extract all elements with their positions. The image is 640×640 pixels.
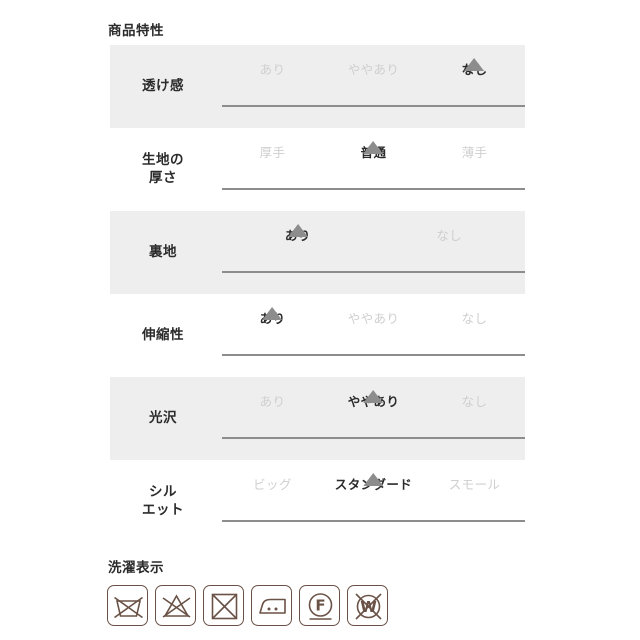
iron-icon [251, 585, 292, 626]
scale-option[interactable]: ビッグ [253, 474, 292, 496]
spec-row-label: 光沢 [110, 410, 222, 427]
scale-option-label: 薄手 [461, 144, 488, 160]
scale-option-label: ややあり [347, 61, 400, 77]
scale-option-label: なし [461, 393, 488, 409]
spec-scale[interactable]: あり ややあり なし [222, 57, 525, 115]
no-tumble-dry-icon [203, 585, 244, 626]
scale-option[interactable]: ややあり [348, 389, 400, 413]
spec-row-label: シル エット [110, 484, 222, 519]
scale-option-label: ややあり [347, 310, 400, 326]
no-machine-wash-icon [107, 585, 148, 626]
spec-row-label-line: シル [149, 484, 177, 501]
spec-row: 透け感 あり ややあり なし [110, 45, 525, 128]
scale-marker-triangle-icon [363, 389, 384, 403]
spec-row: 裏地 あり なし [110, 211, 525, 294]
spec-row-label-line: 厚さ [149, 169, 177, 186]
scale-marker-triangle-icon [464, 57, 485, 71]
scale-options: 厚手 普通 薄手 [222, 140, 525, 198]
spec-row-label-line: 伸縮性 [142, 326, 184, 343]
spec-row-label-line: 生地の [142, 152, 184, 169]
specs-heading: 商品特性 [108, 23, 164, 39]
scale-option[interactable]: なし [462, 391, 488, 413]
dryclean-petroleum-icon: F [299, 585, 340, 626]
product-details-page: 商品特性 透け感 あり ややあり なし 生地の 厚さ 厚手 普通 薄手 裏地 あり なし 伸縮性 あり やや… [0, 0, 640, 640]
scale-option[interactable]: ややあり [348, 59, 400, 81]
scale-option-label: あり [259, 393, 286, 409]
scale-option[interactable]: なし [436, 225, 462, 247]
spec-scale[interactable]: 厚手 普通 薄手 [222, 140, 525, 198]
scale-option-label: スモール [448, 476, 501, 492]
spec-row-label-line: 裏地 [149, 243, 177, 260]
scale-option-label: なし [436, 227, 463, 243]
spec-row-label: 生地の 厚さ [110, 152, 222, 187]
spec-row-label-line: 透け感 [142, 77, 184, 94]
scale-option-label: ビッグ [253, 476, 292, 492]
scale-marker-triangle-icon [363, 472, 384, 486]
scale-option[interactable]: 薄手 [462, 142, 488, 164]
scale-option[interactable]: なし [462, 308, 488, 330]
scale-option[interactable]: 厚手 [260, 142, 286, 164]
scale-option-label: なし [461, 310, 488, 326]
scale-options: あり ややあり なし [222, 306, 525, 364]
care-icons-row: FW [107, 585, 388, 626]
scale-option[interactable]: あり [285, 223, 311, 247]
scale-options: ビッグ スタンダード スモール [222, 472, 525, 530]
spec-scale[interactable]: ビッグ スタンダード スモール [222, 472, 525, 530]
spec-scale[interactable]: あり ややあり なし [222, 306, 525, 364]
scale-option[interactable]: 普通 [361, 140, 387, 164]
scale-option[interactable]: あり [260, 391, 286, 413]
scale-options: あり なし [222, 223, 525, 281]
scale-option[interactable]: なし [462, 57, 488, 81]
spec-row-label: 透け感 [110, 78, 222, 95]
scale-marker-triangle-icon [363, 140, 384, 154]
no-wetclean-icon: W [347, 585, 388, 626]
spec-rows-list: 透け感 あり ややあり なし 生地の 厚さ 厚手 普通 薄手 裏地 あり なし 伸縮性 あり ややあり なし光… [0, 45, 640, 543]
scale-options: あり ややあり なし [222, 57, 525, 115]
scale-option[interactable]: スタンダード [335, 472, 412, 496]
scale-option[interactable]: ややあり [348, 308, 400, 330]
scale-marker-triangle-icon [262, 306, 283, 320]
spec-row: 生地の 厚さ 厚手 普通 薄手 [110, 128, 525, 211]
spec-row-label-line: エット [142, 501, 184, 518]
svg-text:F: F [315, 597, 325, 615]
scale-option[interactable]: スモール [449, 474, 501, 496]
spec-row-label: 裏地 [110, 244, 222, 261]
scale-options: あり ややあり なし [222, 389, 525, 447]
spec-row: シル エット ビッグ スタンダード スモール [110, 460, 525, 543]
care-heading: 洗濯表示 [108, 560, 164, 576]
no-bleach-icon [155, 585, 196, 626]
spec-row-label-line: 光沢 [149, 409, 177, 426]
scale-marker-triangle-icon [287, 223, 308, 237]
scale-option-label: 厚手 [259, 144, 286, 160]
spec-row-label: 伸縮性 [110, 327, 222, 344]
scale-option[interactable]: あり [260, 306, 286, 330]
spec-row: 光沢 あり ややあり なし [110, 377, 525, 460]
scale-option[interactable]: あり [260, 59, 286, 81]
spec-row: 伸縮性 あり ややあり なし [110, 294, 525, 377]
spec-scale[interactable]: あり ややあり なし [222, 389, 525, 447]
spec-scale[interactable]: あり なし [222, 223, 525, 281]
scale-option-label: あり [259, 61, 286, 77]
